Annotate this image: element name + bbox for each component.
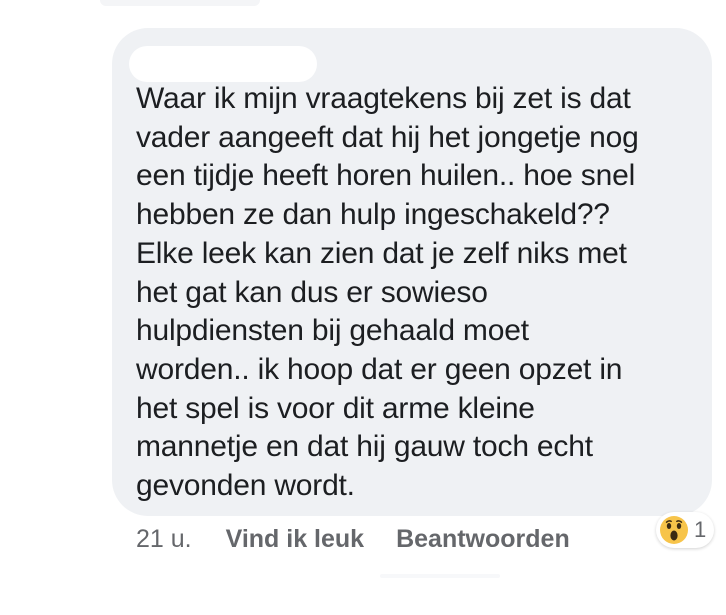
comment-line: Elke leek kan zien dat je zelf niks met — [136, 236, 627, 270]
comment-view: Waar ik mijn vraagtekens bij zet is dat … — [0, 0, 726, 615]
comment-line: gevonden wordt. — [136, 469, 355, 503]
comment-line: worden.. ik hoop dat er geen opzet in — [136, 352, 623, 386]
comment-line: vader aangeeft dat hij het jongetje nog — [136, 120, 639, 154]
comment-line: mannetje en dat hij gauw toch echt — [136, 430, 593, 464]
reaction-count: 1 — [694, 517, 707, 542]
comment-line: het gat kan dus er sowieso — [136, 275, 488, 309]
comment-line: een tijdje heeft horen huilen.. hoe snel — [136, 159, 636, 193]
comment-text: Waar ik mijn vraagtekens bij zet is dat … — [136, 80, 696, 506]
previous-comment-edge — [100, 0, 260, 6]
wow-emoji-icon — [660, 516, 688, 544]
next-comment-edge — [380, 574, 500, 578]
comment-line: hebben ze dan hulp ingeschakeld?? — [136, 198, 610, 232]
like-button[interactable]: Vind ik leuk — [226, 525, 364, 554]
comment-line: hulpdiensten bij gehaald moet — [136, 314, 529, 348]
reaction-summary[interactable]: 1 — [656, 512, 715, 548]
author-name-redacted[interactable] — [129, 46, 317, 82]
comment-line: het spel is voor dit arme kleine — [136, 391, 535, 425]
comment-bubble: Waar ik mijn vraagtekens bij zet is dat … — [112, 28, 712, 516]
comment-actions: 21 u. Vind ik leuk Beantwoorden — [136, 520, 570, 558]
comment-timestamp[interactable]: 21 u. — [136, 525, 192, 554]
comment-line: Waar ik mijn vraagtekens bij zet is dat — [136, 82, 631, 115]
reply-button[interactable]: Beantwoorden — [396, 525, 570, 554]
